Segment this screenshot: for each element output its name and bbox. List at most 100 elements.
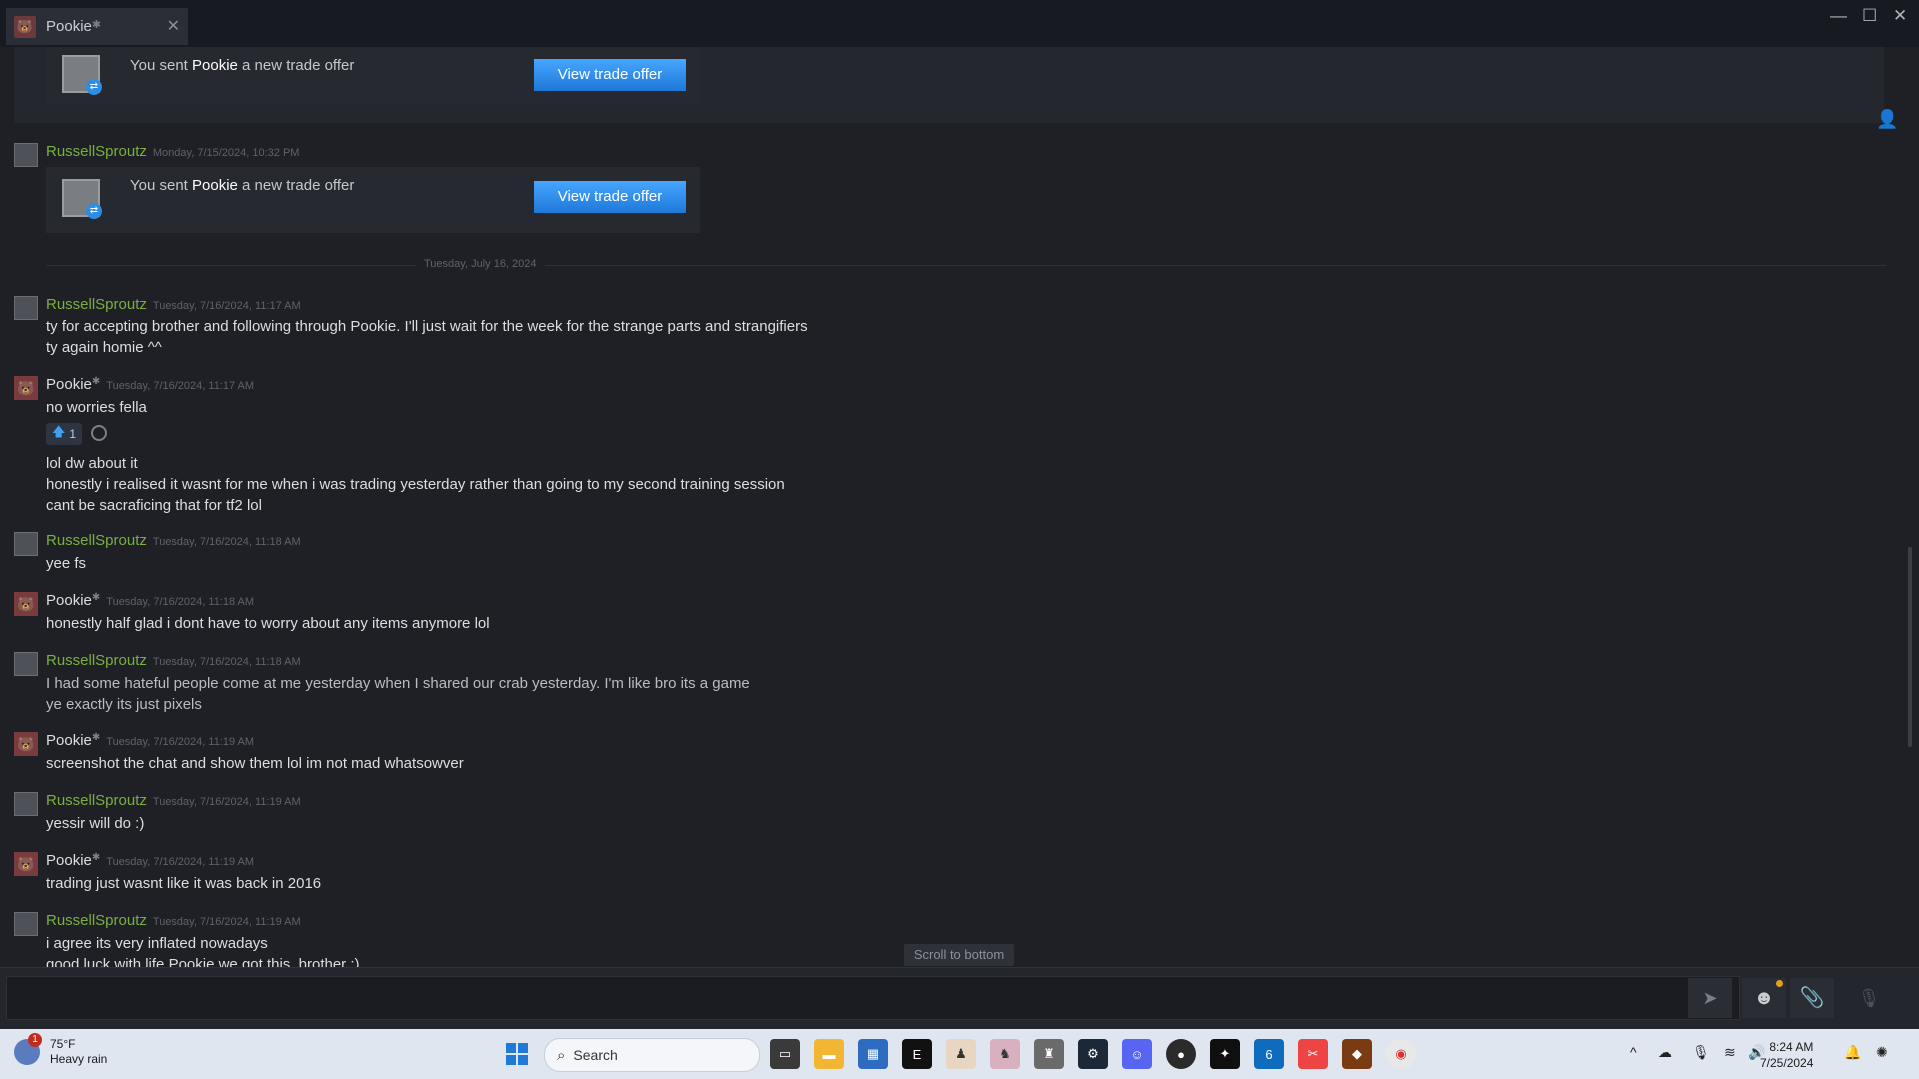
notifications-icon[interactable]: 🔔 (1844, 1044, 1861, 1061)
minimize-icon[interactable]: — (1830, 6, 1847, 26)
message-text: ye exactly its just pixels (46, 696, 202, 713)
bear-avatar-icon: 🐻 (14, 15, 36, 38)
message-text: good luck with life Pookie we got this, … (46, 956, 360, 967)
chevron-up-icon[interactable]: ^ (1630, 1044, 1637, 1060)
avatar[interactable]: 🐻 (14, 592, 38, 616)
avatar[interactable] (14, 792, 38, 816)
message-author[interactable]: RussellSproutz Tuesday, 7/16/2024, 11:19 … (46, 912, 301, 929)
game-app-icon[interactable]: ♞ (990, 1039, 1020, 1069)
message-timestamp: Tuesday, 7/16/2024, 11:19 AM (152, 796, 301, 808)
chat-tab-pookie[interactable]: 🐻 Pookie✱ ✕ (6, 8, 188, 45)
steam-icon[interactable]: ⚙ (1078, 1039, 1108, 1069)
nickname-star-icon: ✱ (91, 732, 101, 743)
send-icon[interactable]: ➤ (1688, 978, 1732, 1018)
windows-start-icon[interactable] (506, 1043, 528, 1065)
avatar[interactable]: 🐻 (14, 732, 38, 756)
add-reaction-icon[interactable] (91, 425, 107, 441)
weather-widget[interactable]: 1 75°F Heavy rain (14, 1033, 107, 1067)
message-text: i agree its very inflated nowadays (46, 935, 268, 952)
avatar[interactable]: 🐻 (14, 376, 38, 400)
message-text: lol dw about it (46, 455, 138, 472)
reaction-thumbs-up[interactable]: 🡅 1 (46, 423, 82, 445)
message-author[interactable]: Pookie✱ Tuesday, 7/16/2024, 11:18 AM (46, 592, 254, 609)
maximize-icon[interactable]: ☐ (1862, 6, 1877, 26)
message-text: honestly i realised it wasnt for me when… (46, 476, 785, 493)
thumbs-up-icon: 🡅 (51, 424, 66, 439)
tf2-icon[interactable]: ◆ (1342, 1039, 1372, 1069)
title-bar: 🐻 Pookie✱ ✕ — ☐ ✕ (0, 0, 1919, 50)
message-author[interactable]: RussellSproutz Tuesday, 7/16/2024, 11:18 … (46, 532, 301, 549)
rain-cloud-icon: 1 (14, 1033, 42, 1065)
chrome-icon[interactable]: ◉ (1386, 1039, 1416, 1069)
message-author[interactable]: Pookie✱ Tuesday, 7/16/2024, 11:19 AM (46, 732, 254, 749)
avatar[interactable]: 🐻 (14, 852, 38, 876)
date-divider (46, 265, 1886, 266)
message-timestamp: Tuesday, 7/16/2024, 11:19 AM (152, 916, 301, 928)
message-author[interactable]: RussellSproutz Tuesday, 7/16/2024, 11:17 … (46, 296, 301, 313)
message-input[interactable] (6, 976, 1740, 1020)
message-timestamp: Tuesday, 7/16/2024, 11:18 AM (152, 656, 301, 668)
taskbar-search[interactable]: ⌕ Search (544, 1038, 760, 1072)
scroll-to-bottom-button[interactable]: Scroll to bottom (904, 944, 1014, 966)
message-author[interactable]: Pookie✱ Tuesday, 7/16/2024, 11:17 AM (46, 376, 254, 393)
message-timestamp: Tuesday, 7/16/2024, 11:19 AM (106, 736, 255, 748)
avatar[interactable] (14, 143, 38, 167)
snipping-tool-icon[interactable]: ✂ (1298, 1039, 1328, 1069)
microphone-icon[interactable]: 🎙 (1692, 1044, 1710, 1061)
task-view-icon[interactable]: ▭ (770, 1039, 800, 1069)
message-text: yessir will do :) (46, 815, 145, 832)
message-text: ty again homie ^^ (46, 339, 162, 356)
message-text: yee fs (46, 555, 87, 572)
game-app-icon[interactable]: ♜ (1034, 1039, 1064, 1069)
weather-temp: 75°F (50, 1037, 76, 1051)
microphone-icon[interactable]: 🎙 (1844, 978, 1894, 1018)
cloud-icon[interactable]: ☁ (1658, 1044, 1672, 1061)
avatar[interactable] (14, 652, 38, 676)
discord-icon[interactable]: ☺ (1122, 1039, 1152, 1069)
trade-arrows-icon: ⇄ (86, 203, 102, 219)
trade-offer-card: ⇄ You sent Pookie a new trade offer View… (46, 47, 700, 105)
message-author[interactable]: RussellSproutz Monday, 7/15/2024, 10:32 P… (46, 143, 299, 160)
copilot-icon[interactable]: ✺ (1876, 1044, 1888, 1061)
notification-badge: 6 (1265, 1046, 1273, 1062)
message-author[interactable]: Pookie✱ Tuesday, 7/16/2024, 11:19 AM (46, 852, 254, 869)
window-close-icon[interactable]: ✕ (1893, 6, 1907, 26)
clock[interactable]: 8:24 AM 7/25/2024 (1760, 1039, 1813, 1071)
date-divider-label: Tuesday, July 16, 2024 (416, 258, 545, 270)
trade-offer-text: You sent Pookie a new trade offer (130, 57, 355, 74)
trade-arrows-icon: ⇄ (86, 79, 102, 95)
message-timestamp: Tuesday, 7/16/2024, 11:17 AM (152, 300, 301, 312)
message-timestamp: Tuesday, 7/16/2024, 11:17 AM (106, 380, 255, 392)
avatar[interactable] (14, 912, 38, 936)
view-trade-offer-button[interactable]: View trade offer (534, 59, 686, 91)
nickname-star-icon: ✱ (91, 852, 101, 863)
game-app-icon[interactable]: ♟ (946, 1039, 976, 1069)
avatar[interactable] (14, 296, 38, 320)
epic-games-icon[interactable]: E (902, 1039, 932, 1069)
search-icon: ⌕ (557, 1046, 566, 1064)
avatar[interactable] (14, 532, 38, 556)
message-text: cant be sacraficing that for tf2 lol (46, 497, 262, 514)
message-author[interactable]: RussellSproutz Tuesday, 7/16/2024, 11:18 … (46, 652, 301, 669)
nickname-star-icon: ✱ (91, 376, 101, 387)
message-text: honestly half glad i dont have to worry … (46, 615, 490, 632)
tab-close-icon[interactable]: ✕ (167, 16, 180, 36)
add-friend-icon[interactable]: 👤 (1876, 109, 1898, 130)
app-icon[interactable]: ✦ (1210, 1039, 1240, 1069)
trade-offer-card: ⇄ You sent Pookie a new trade offer View… (46, 167, 700, 233)
message-author[interactable]: RussellSproutz Tuesday, 7/16/2024, 11:19 … (46, 792, 301, 809)
message-text: screenshot the chat and show them lol im… (46, 755, 464, 772)
chat-scrollbar[interactable] (1908, 547, 1912, 747)
wifi-icon[interactable]: ≋ (1724, 1044, 1736, 1061)
file-explorer-icon[interactable]: ▬ (814, 1039, 844, 1069)
message-timestamp: Monday, 7/15/2024, 10:32 PM (152, 147, 300, 159)
message-timestamp: Tuesday, 7/16/2024, 11:18 AM (152, 536, 301, 548)
obs-icon[interactable]: ● (1166, 1039, 1196, 1069)
view-trade-offer-button[interactable]: View trade offer (534, 181, 686, 213)
paperclip-icon[interactable]: 📎 (1790, 978, 1834, 1018)
store-icon[interactable]: ▦ (858, 1039, 888, 1069)
outlook-icon[interactable]: 6 (1254, 1039, 1284, 1069)
message-text: trading just wasnt like it was back in 2… (46, 875, 322, 892)
taskbar: 1 75°F Heavy rain ⌕ Search ▭ ▬ ▦ E ♟ ♞ ♜ … (0, 1029, 1919, 1079)
trade-offer-text: You sent Pookie a new trade offer (130, 177, 355, 194)
